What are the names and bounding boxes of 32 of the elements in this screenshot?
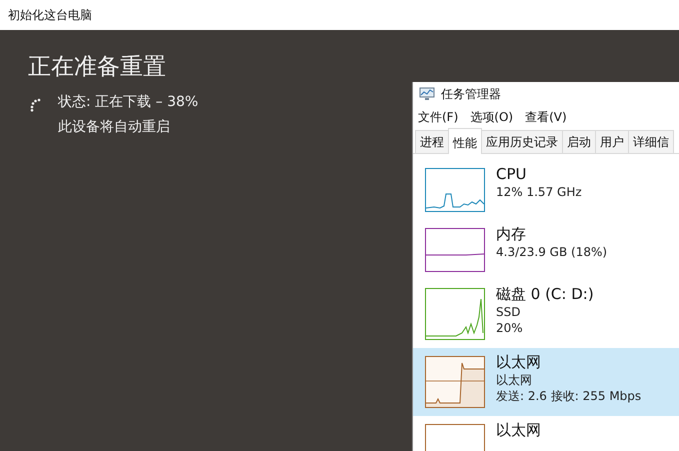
item-name: 以太网 bbox=[496, 352, 542, 372]
task-manager-title: 任务管理器 bbox=[441, 86, 501, 102]
item-detail: 12% 1.57 GHz bbox=[496, 184, 582, 200]
heading: 正在准备重置 bbox=[28, 53, 167, 82]
performance-item[interactable]: 磁盘 0 (C: D:) SSD 20% bbox=[413, 280, 679, 348]
performance-item[interactable]: 以太网 以太网 发送: 2.6 接收: 255 Mbps bbox=[413, 348, 679, 416]
tab[interactable]: 启动 bbox=[562, 130, 596, 153]
item-detail: 发送: 2.6 接收: 255 Mbps bbox=[496, 388, 642, 404]
performance-item[interactable]: 以太网 bbox=[413, 416, 679, 451]
tab[interactable]: 性能 bbox=[448, 128, 482, 154]
status-text: 状态: 正在下载 – 38% bbox=[58, 93, 198, 112]
monitor-chart-icon bbox=[419, 87, 435, 101]
item-name: 内存 bbox=[496, 224, 527, 244]
tab[interactable]: 详细信 bbox=[628, 130, 674, 153]
item-detail: 以太网 bbox=[496, 372, 533, 388]
window-title: 初始化这台电脑 bbox=[8, 6, 92, 24]
tab[interactable]: 进程 bbox=[415, 130, 449, 153]
menu-item[interactable]: 查看(V) bbox=[525, 109, 567, 129]
item-detail: 20% bbox=[496, 320, 524, 336]
performance-item[interactable]: 内存 4.3/23.9 GB (18%) bbox=[413, 220, 679, 280]
item-detail: 4.3/23.9 GB (18%) bbox=[496, 244, 608, 260]
item-detail: SSD bbox=[496, 304, 522, 320]
item-name: CPU bbox=[496, 164, 528, 184]
tab[interactable]: 应用历史记录 bbox=[481, 130, 563, 153]
item-name: 磁盘 0 (C: D:) bbox=[496, 284, 594, 304]
menu-item[interactable]: 选项(O) bbox=[470, 109, 514, 129]
menu-item[interactable]: 文件(F) bbox=[418, 109, 458, 129]
restart-note: 此设备将自动重启 bbox=[58, 118, 171, 137]
item-name: 以太网 bbox=[496, 420, 541, 440]
performance-item[interactable]: CPU 12% 1.57 GHz bbox=[413, 160, 679, 220]
spinner-icon bbox=[30, 98, 42, 112]
tab[interactable]: 用户 bbox=[595, 130, 629, 153]
